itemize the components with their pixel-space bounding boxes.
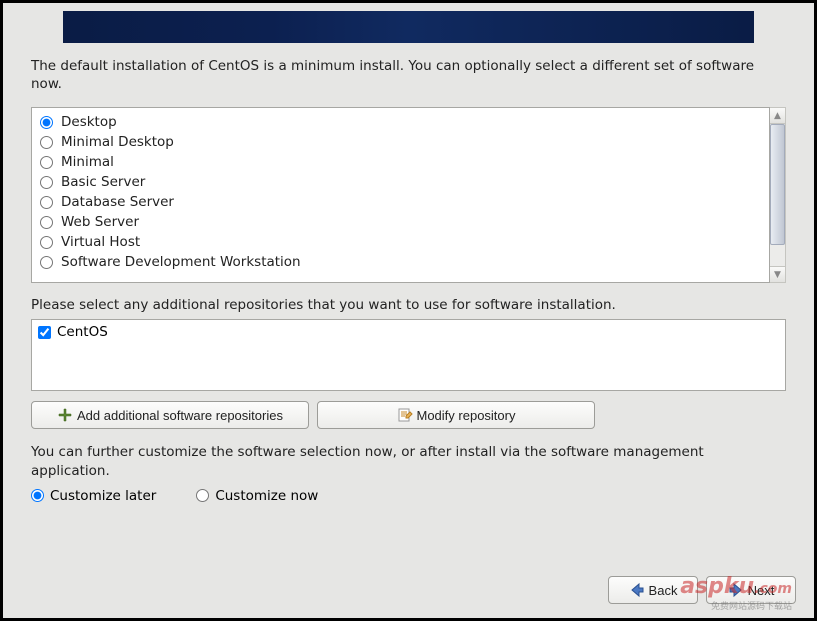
arrow-left-icon [629, 582, 645, 598]
software-option-radio[interactable] [40, 116, 53, 129]
header-banner [63, 11, 754, 43]
customize-later-radio[interactable] [31, 489, 44, 502]
scroll-up-icon[interactable]: ▲ [770, 108, 785, 124]
software-option-radio[interactable] [40, 216, 53, 229]
software-option-label: Web Server [61, 214, 139, 230]
customize-now-option[interactable]: Customize now [196, 488, 318, 504]
repo-section-label: Please select any additional repositorie… [31, 297, 786, 313]
software-option-label: Software Development Workstation [61, 254, 301, 270]
software-option-label: Database Server [61, 194, 174, 210]
add-repo-label: Add additional software repositories [77, 408, 283, 423]
software-option[interactable]: Software Development Workstation [32, 252, 769, 272]
software-option-radio[interactable] [40, 136, 53, 149]
software-selection-wrap: Desktop Minimal Desktop Minimal Basic Serve… [31, 107, 786, 283]
software-option-radio[interactable] [40, 176, 53, 189]
software-option-label: Minimal [61, 154, 114, 170]
customize-now-radio[interactable] [196, 489, 209, 502]
customize-later-label: Customize later [50, 488, 156, 504]
plus-icon [57, 407, 73, 423]
repo-label: CentOS [57, 324, 108, 340]
software-list-scrollbar[interactable]: ▲ ▼ [770, 107, 786, 283]
software-option-label: Desktop [61, 114, 117, 130]
software-option-label: Minimal Desktop [61, 134, 174, 150]
back-label: Back [649, 583, 678, 598]
software-option-label: Virtual Host [61, 234, 140, 250]
repo-checkbox[interactable] [38, 326, 51, 339]
customize-later-option[interactable]: Customize later [31, 488, 156, 504]
edit-icon [397, 407, 413, 423]
software-option-label: Basic Server [61, 174, 145, 190]
software-option[interactable]: Basic Server [32, 172, 769, 192]
repository-list[interactable]: CentOS [31, 319, 786, 391]
add-repo-button[interactable]: Add additional software repositories [31, 401, 309, 429]
modify-repo-label: Modify repository [417, 408, 516, 423]
installer-window: The default installation of CentOS is a … [3, 3, 814, 618]
software-option-radio[interactable] [40, 256, 53, 269]
main-content: The default installation of CentOS is a … [3, 43, 814, 566]
modify-repo-button[interactable]: Modify repository [317, 401, 595, 429]
software-selection-list[interactable]: Desktop Minimal Desktop Minimal Basic Serve… [31, 107, 770, 283]
footer-nav: Back Next [3, 566, 814, 618]
customize-text: You can further customize the software s… [31, 443, 786, 479]
scroll-thumb[interactable] [770, 124, 785, 245]
back-button[interactable]: Back [608, 576, 698, 604]
software-option-radio[interactable] [40, 156, 53, 169]
repo-item[interactable]: CentOS [38, 324, 779, 340]
repo-buttons-row: Add additional software repositories Mod… [31, 401, 786, 429]
customize-now-label: Customize now [215, 488, 318, 504]
arrow-right-icon [728, 582, 744, 598]
software-option[interactable]: Database Server [32, 192, 769, 212]
software-option-radio[interactable] [40, 196, 53, 209]
software-option[interactable]: Web Server [32, 212, 769, 232]
software-option-radio[interactable] [40, 236, 53, 249]
customize-radio-group: Customize later Customize now [31, 488, 786, 504]
scroll-down-icon[interactable]: ▼ [770, 266, 785, 282]
software-option[interactable]: Virtual Host [32, 232, 769, 252]
software-option[interactable]: Minimal Desktop [32, 132, 769, 152]
software-option[interactable]: Minimal [32, 152, 769, 172]
next-label: Next [748, 583, 775, 598]
next-button[interactable]: Next [706, 576, 796, 604]
intro-text: The default installation of CentOS is a … [31, 57, 786, 93]
scroll-track[interactable] [770, 124, 785, 266]
software-option[interactable]: Desktop [32, 112, 769, 132]
